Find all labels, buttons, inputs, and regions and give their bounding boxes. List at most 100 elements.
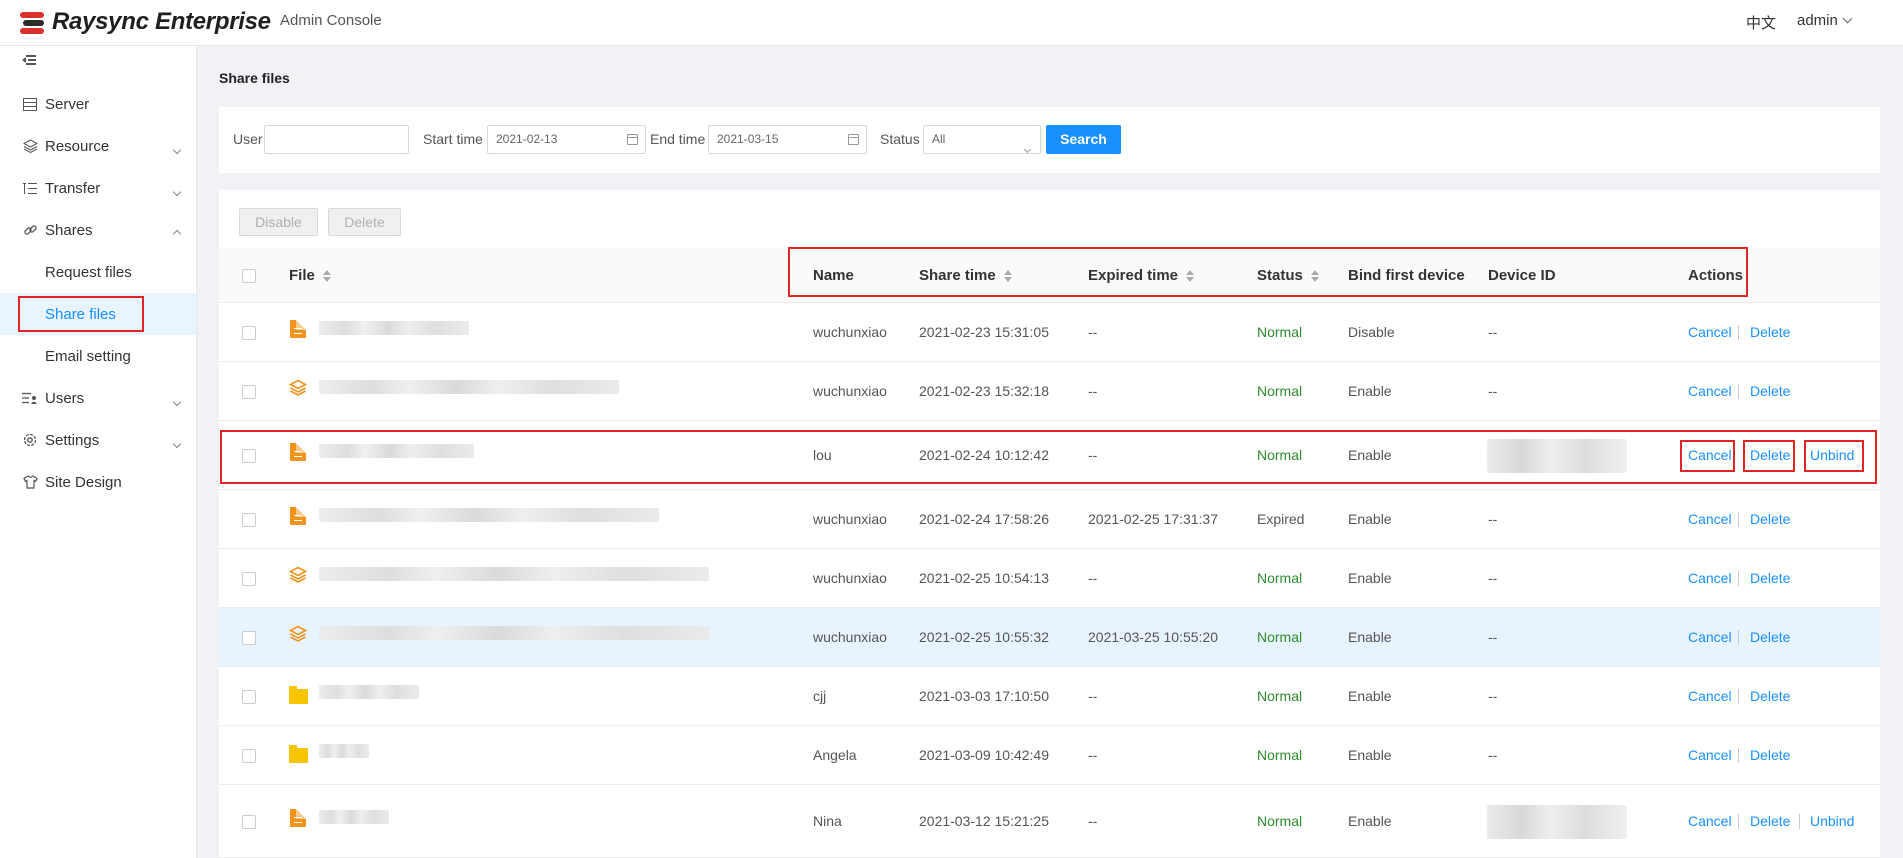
file-name-redacted[interactable]: [319, 810, 389, 824]
cell-bind-first-device: Enable: [1348, 813, 1392, 829]
sidebar-item-users[interactable]: Users: [0, 377, 196, 419]
column-name: Name: [813, 267, 854, 284]
action-separator: [1799, 814, 1800, 829]
cell-status: Normal: [1257, 447, 1303, 463]
table-row[interactable]: Nina 2021-03-12 15:21:25 -- Normal Enable Can…: [219, 785, 1880, 858]
sidebar-subitem-share-files[interactable]: Share files: [0, 293, 196, 335]
table-row[interactable]: wuchunxiao 2021-02-23 15:31:05 -- Normal Dis…: [219, 303, 1880, 362]
cell-bind-first-device: Enable: [1348, 570, 1392, 586]
table-row[interactable]: wuchunxiao 2021-02-25 10:55:32 2021-03-25 …: [219, 608, 1880, 667]
delete-share-link[interactable]: Delete: [1750, 629, 1790, 645]
cell-bind-first-device: Enable: [1348, 747, 1392, 763]
row-checkbox[interactable]: [242, 815, 256, 829]
menu-collapse-icon[interactable]: [22, 54, 36, 66]
row-checkbox[interactable]: [242, 449, 256, 463]
search-button[interactable]: Search: [1046, 125, 1121, 154]
cancel-share-link[interactable]: Cancel: [1688, 383, 1732, 399]
sort-icon[interactable]: [1310, 269, 1319, 282]
table-row[interactable]: wuchunxiao 2021-02-24 17:58:26 2021-02-25 …: [219, 490, 1880, 549]
file-name-redacted[interactable]: [319, 444, 474, 458]
document-file-icon: [290, 320, 306, 338]
delete-share-link[interactable]: Delete: [1750, 747, 1790, 763]
cell-expired-time: --: [1088, 688, 1098, 704]
file-name-redacted[interactable]: [319, 321, 469, 335]
user-menu[interactable]: admin: [1797, 12, 1853, 29]
column-label: Device ID: [1488, 267, 1556, 284]
file-name-redacted[interactable]: [319, 508, 659, 522]
sort-icon[interactable]: [1186, 269, 1195, 282]
cancel-share-link[interactable]: Cancel: [1688, 813, 1732, 829]
unbind-device-link[interactable]: Unbind: [1810, 447, 1854, 463]
status-select[interactable]: All: [923, 125, 1041, 154]
sidebar-subitem-email-setting[interactable]: Email setting: [0, 335, 196, 377]
cancel-share-link[interactable]: Cancel: [1688, 747, 1732, 763]
page-title: Share files: [219, 70, 290, 86]
chevron-down-icon: [1023, 135, 1032, 162]
sidebar-item-label: Site Design: [45, 473, 122, 491]
cancel-share-link[interactable]: Cancel: [1688, 629, 1732, 645]
start-time-label: Start time: [423, 131, 483, 147]
sidebar-item-site-design[interactable]: Site Design: [0, 461, 196, 503]
delete-selected-button[interactable]: Delete: [328, 208, 401, 236]
sidebar-item-shares[interactable]: Shares: [0, 209, 196, 251]
row-checkbox[interactable]: [242, 572, 256, 586]
file-name-redacted[interactable]: [319, 567, 709, 581]
raysync-logo-icon: [20, 10, 46, 34]
language-switch[interactable]: 中文: [1746, 12, 1776, 33]
column-file[interactable]: File: [289, 267, 331, 284]
select-all-checkbox[interactable]: [242, 269, 256, 283]
file-name-redacted[interactable]: [319, 626, 709, 640]
sidebar-subitem-request-files[interactable]: Request files: [0, 251, 196, 293]
sidebar-item-server[interactable]: Server: [0, 83, 196, 125]
row-checkbox[interactable]: [242, 326, 256, 340]
delete-share-link[interactable]: Delete: [1750, 688, 1790, 704]
column-status[interactable]: Status: [1257, 267, 1319, 284]
table-row[interactable]: wuchunxiao 2021-02-25 10:54:13 -- Normal Ena…: [219, 549, 1880, 608]
sidebar-item-transfer[interactable]: Transfer: [0, 167, 196, 209]
column-share-time[interactable]: Share time: [919, 267, 1012, 284]
user-filter-input[interactable]: [264, 125, 409, 154]
start-time-picker[interactable]: 2021-02-13: [487, 125, 646, 154]
gear-icon: [22, 432, 38, 448]
disable-button[interactable]: Disable: [239, 208, 318, 236]
chevron-down-icon: [172, 140, 182, 157]
row-checkbox[interactable]: [242, 513, 256, 527]
sidebar-item-resource[interactable]: Resource: [0, 125, 196, 167]
cancel-share-link[interactable]: Cancel: [1688, 570, 1732, 586]
column-expired-time[interactable]: Expired time: [1088, 267, 1195, 284]
row-checkbox[interactable]: [242, 385, 256, 399]
unbind-device-link[interactable]: Unbind: [1810, 813, 1854, 829]
row-checkbox[interactable]: [242, 631, 256, 645]
delete-share-link[interactable]: Delete: [1750, 570, 1790, 586]
cancel-share-link[interactable]: Cancel: [1688, 324, 1732, 340]
sort-icon[interactable]: [1003, 269, 1012, 282]
cancel-share-link[interactable]: Cancel: [1688, 688, 1732, 704]
delete-share-link[interactable]: Delete: [1750, 813, 1790, 829]
cancel-share-link[interactable]: Cancel: [1688, 511, 1732, 527]
table-row[interactable]: Angela 2021-03-09 10:42:49 -- Normal Enable -…: [219, 726, 1880, 785]
cancel-share-link[interactable]: Cancel: [1688, 447, 1732, 463]
row-checkbox[interactable]: [242, 749, 256, 763]
row-checkbox[interactable]: [242, 690, 256, 704]
cell-expired-time: --: [1088, 447, 1098, 463]
sort-icon[interactable]: [322, 269, 331, 282]
cell-share-time: 2021-02-24 17:58:26: [919, 511, 1049, 527]
cell-name: wuchunxiao: [813, 511, 887, 527]
file-name-redacted[interactable]: [319, 380, 619, 394]
file-name-redacted[interactable]: [319, 744, 369, 758]
layers-icon: [288, 379, 308, 397]
delete-share-link[interactable]: Delete: [1750, 383, 1790, 399]
delete-share-link[interactable]: Delete: [1750, 447, 1790, 463]
server-icon: [22, 96, 38, 112]
table-row[interactable]: wuchunxiao 2021-02-23 15:32:18 -- Normal Ena…: [219, 362, 1880, 421]
brand-logo[interactable]: Raysync Enterprise: [20, 6, 271, 38]
table-row[interactable]: lou 2021-02-24 10:12:42 -- Normal Enable Canc…: [219, 421, 1880, 490]
table-row[interactable]: cjj 2021-03-03 17:10:50 -- Normal Enable -- Ca…: [219, 667, 1880, 726]
delete-share-link[interactable]: Delete: [1750, 324, 1790, 340]
file-name-redacted[interactable]: [319, 685, 419, 699]
sidebar-item-settings[interactable]: Settings: [0, 419, 196, 461]
shares-table-panel: Disable Delete File Name Share time Expi…: [219, 190, 1880, 858]
cell-status: Normal: [1257, 570, 1303, 586]
delete-share-link[interactable]: Delete: [1750, 511, 1790, 527]
end-time-picker[interactable]: 2021-03-15: [708, 125, 867, 154]
